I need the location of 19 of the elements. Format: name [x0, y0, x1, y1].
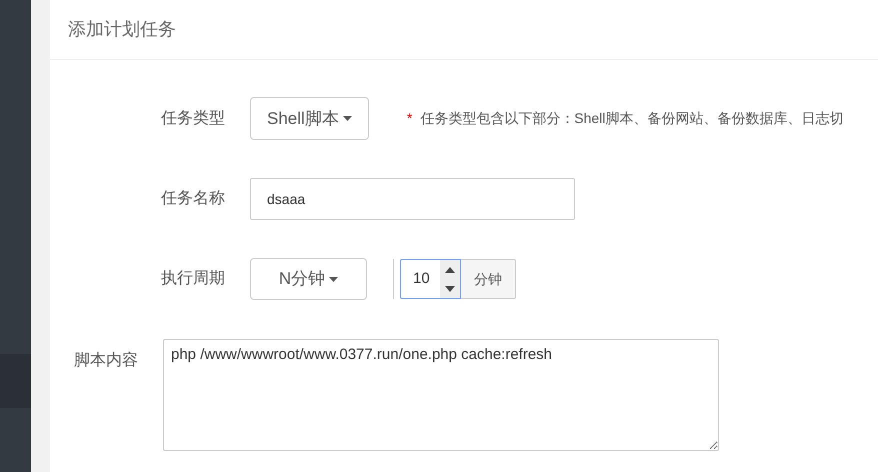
caret-icon — [342, 116, 352, 121]
field-label: 任务名称 — [160, 189, 226, 209]
field-label: 任务类型 — [160, 108, 226, 128]
field-label: 脚本内容 — [74, 352, 139, 369]
number-input[interactable]: 10 — [400, 259, 461, 299]
up-arrow-icon[interactable] — [445, 266, 455, 272]
panel-title: 添加计划任务 — [68, 18, 176, 41]
down-arrow-icon[interactable] — [445, 286, 455, 292]
caret-icon — [329, 276, 338, 282]
task-name-input[interactable]: dsaaa — [250, 178, 575, 220]
script-textarea[interactable]: php /www/wwwroot/www.0377.run/one.php cache:refresh — [163, 339, 719, 451]
task-type-dropdown[interactable]: Shell脚本 — [250, 97, 369, 140]
required-mark: * — [406, 109, 412, 128]
unit-addon: 分钟 — [461, 259, 516, 299]
field-label: 执行周期 — [160, 268, 226, 289]
hint-text: 任务类型包含以下部分：Shell脚本、备份网站、备份数据库、日志切 — [420, 109, 844, 128]
period-dropdown[interactable]: N分钟 — [250, 258, 367, 300]
spinner[interactable] — [440, 260, 460, 298]
number-value: 10 — [412, 268, 431, 289]
